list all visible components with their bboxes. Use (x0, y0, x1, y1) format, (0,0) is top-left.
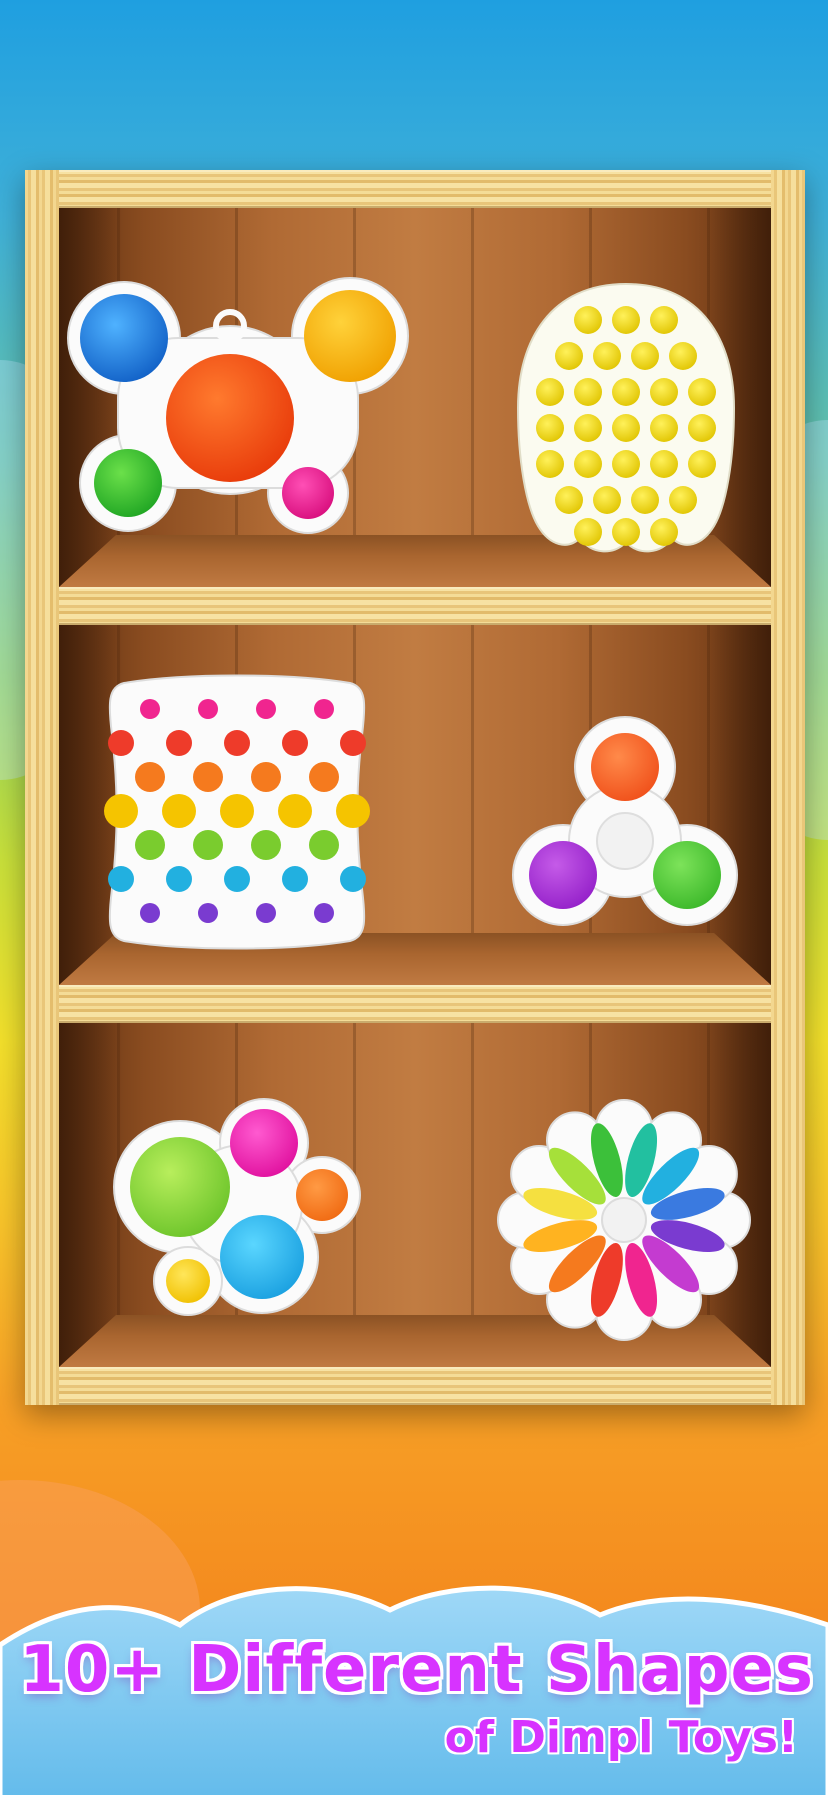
dimple-bubble[interactable] (166, 866, 192, 892)
shelf-board-bottom (25, 1367, 805, 1405)
pop-bubble[interactable] (612, 306, 640, 334)
dimple-bubble[interactable] (108, 866, 134, 892)
dimple-bubble[interactable] (278, 794, 312, 828)
dimple-bubble[interactable] (193, 762, 223, 792)
pop-bubble[interactable] (574, 414, 602, 442)
fidget-spinner-dimple-toy[interactable] (512, 715, 738, 935)
caption-headline: 10+ Different Shapes (19, 1633, 814, 1707)
dimple-bubble[interactable] (282, 730, 308, 756)
shelf-board (25, 587, 805, 625)
dimple-bubble[interactable] (224, 730, 250, 756)
dimple-bubble[interactable] (135, 762, 165, 792)
dimple-bubble[interactable] (193, 830, 223, 860)
dimple-bubble[interactable] (251, 762, 281, 792)
pop-bubble[interactable] (593, 486, 621, 514)
shelf-board (25, 985, 805, 1023)
pop-bubble[interactable] (574, 378, 602, 406)
pop-bubble[interactable] (669, 486, 697, 514)
pop-bubble[interactable] (688, 450, 716, 478)
pop-bubble[interactable] (650, 306, 678, 334)
pop-bubble[interactable] (612, 414, 640, 442)
dimple-bubble[interactable] (198, 699, 218, 719)
pop-bubble[interactable] (574, 518, 602, 546)
dimple-bubble[interactable] (251, 830, 281, 860)
flower-dimple-toy[interactable] (112, 1095, 362, 1325)
butterfly-dimple-toy[interactable] (67, 277, 409, 543)
dimple-bubble[interactable] (162, 794, 196, 828)
dimple-bubble[interactable] (140, 699, 160, 719)
shelf-side-left (25, 170, 59, 1405)
pop-bubble[interactable] (536, 414, 564, 442)
dimple-bubble[interactable] (340, 730, 366, 756)
dimple-bubble[interactable] (282, 866, 308, 892)
pop-bubble[interactable] (631, 486, 659, 514)
pop-bubble[interactable] (612, 450, 640, 478)
pop-bubble[interactable] (669, 342, 697, 370)
rainbow-wheel-dimple-toy[interactable] (490, 1098, 758, 1342)
pop-bubble[interactable] (650, 378, 678, 406)
dimple-bubble[interactable] (224, 866, 250, 892)
pop-bubble[interactable] (612, 518, 640, 546)
pop-bubble[interactable] (631, 342, 659, 370)
pop-bubble[interactable] (688, 414, 716, 442)
caption: 10+ Different Shapes of Dimpl Toys! (0, 1632, 828, 1766)
dimple-bubble[interactable] (256, 699, 276, 719)
shelf-side-right (771, 170, 805, 1405)
pop-bubble[interactable] (555, 342, 583, 370)
dimple-bubble[interactable] (135, 830, 165, 860)
dimple-bubble[interactable] (108, 730, 134, 756)
dimple-bubble[interactable] (336, 794, 370, 828)
dimple-bubble[interactable] (220, 794, 254, 828)
pop-bubble[interactable] (536, 378, 564, 406)
pop-bubble[interactable] (593, 342, 621, 370)
pop-bubble[interactable] (612, 378, 640, 406)
dimple-bubble[interactable] (104, 794, 138, 828)
pop-bubble[interactable] (555, 486, 583, 514)
dimple-bubble[interactable] (314, 903, 334, 923)
pop-bubble[interactable] (574, 450, 602, 478)
dimple-bubble[interactable] (198, 903, 218, 923)
dimple-bubble[interactable] (140, 903, 160, 923)
pop-bubble[interactable] (574, 306, 602, 334)
octopus-push-pop-toy[interactable] (516, 280, 736, 560)
dimple-bubble[interactable] (314, 699, 334, 719)
dimple-bubble[interactable] (309, 830, 339, 860)
square-dimple-board-toy[interactable] (104, 674, 370, 950)
shelf-board-top (25, 170, 805, 208)
pop-bubble[interactable] (536, 450, 564, 478)
pop-bubble[interactable] (688, 378, 716, 406)
pop-bubble[interactable] (650, 518, 678, 546)
caption-subline: of Dimpl Toys! (444, 1712, 798, 1763)
pop-bubble[interactable] (650, 450, 678, 478)
dimple-bubble[interactable] (340, 866, 366, 892)
dimple-bubble[interactable] (256, 903, 276, 923)
app-screen: 10+ Different Shapes of Dimpl Toys! (0, 0, 828, 1795)
pop-bubble[interactable] (650, 414, 678, 442)
dimple-bubble[interactable] (309, 762, 339, 792)
dimple-bubble[interactable] (166, 730, 192, 756)
